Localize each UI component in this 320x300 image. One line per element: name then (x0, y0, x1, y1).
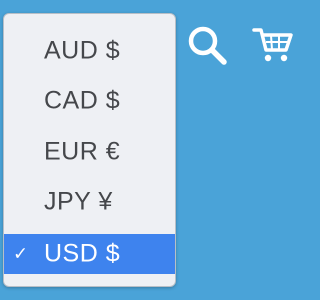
search-button[interactable] (186, 24, 228, 66)
currency-option-label: JPY ¥ (44, 187, 113, 216)
cart-button[interactable] (252, 26, 294, 64)
shopping-cart-icon (252, 28, 293, 62)
currency-option-aud[interactable]: AUD $ (4, 31, 175, 71)
currency-option-label: CAD $ (44, 86, 121, 115)
currency-dropdown[interactable]: AUD $ CAD $ EUR € JPY ¥ ✓ USD $ (3, 13, 176, 287)
currency-option-eur[interactable]: EUR € (4, 132, 175, 172)
currency-option-jpy[interactable]: JPY ¥ (4, 182, 175, 222)
currency-option-label: EUR € (44, 137, 121, 166)
currency-option-cad[interactable]: CAD $ (4, 81, 175, 121)
currency-option-label: USD $ (44, 239, 121, 268)
currency-option-usd[interactable]: ✓ USD $ (4, 234, 175, 274)
checkmark-icon: ✓ (13, 243, 29, 264)
app-header: AUD $ CAD $ EUR € JPY ¥ ✓ USD $ (0, 0, 300, 300)
currency-option-label: AUD $ (44, 36, 121, 65)
search-icon (188, 26, 227, 65)
